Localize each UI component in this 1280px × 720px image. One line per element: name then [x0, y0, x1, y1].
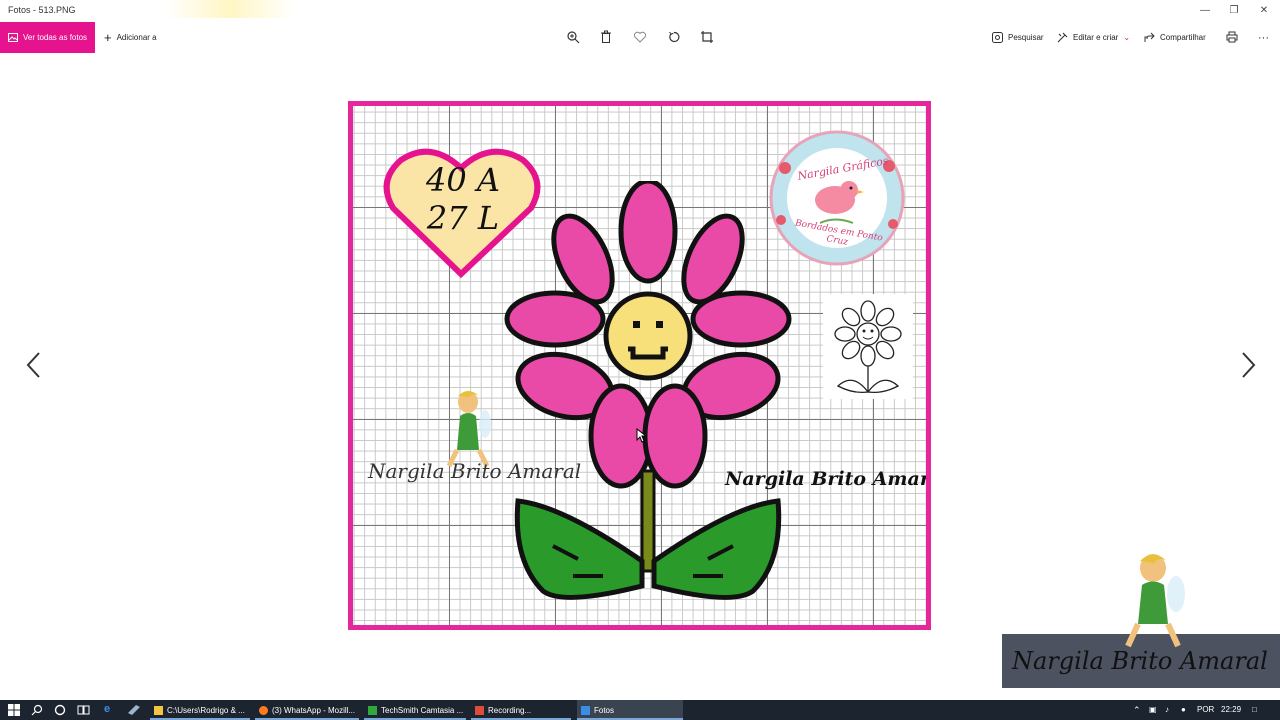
- photos-icon: [581, 705, 590, 715]
- minimize-button[interactable]: —: [1189, 2, 1221, 20]
- network-icon[interactable]: ▣: [1149, 700, 1157, 720]
- taskbar-item-firefox[interactable]: (3) WhatsApp - Mozill...: [255, 700, 359, 720]
- delete-icon[interactable]: [599, 30, 613, 44]
- plus-icon: +: [104, 30, 112, 45]
- size-label: 40 A 27 L: [408, 161, 518, 237]
- cortana-icon[interactable]: [54, 704, 66, 716]
- see-all-photos-button[interactable]: Ver todas as fotos: [0, 22, 95, 53]
- volume-icon[interactable]: ♪: [1165, 700, 1169, 720]
- recording-icon: [475, 705, 484, 715]
- restore-button[interactable]: ❐: [1218, 2, 1250, 20]
- show-hidden-icons-icon[interactable]: ⌃: [1133, 700, 1141, 720]
- taskbar-item-label: TechSmith Camtasia ...: [381, 705, 464, 715]
- title-bar: Fotos - 513.PNG — ❐ ✕: [0, 0, 1280, 22]
- print-icon[interactable]: [1225, 30, 1239, 44]
- notifications-icon[interactable]: □: [1252, 700, 1257, 720]
- edit-create-label: Editar e criar: [1073, 33, 1119, 42]
- taskbar-item-photos[interactable]: Fotos: [577, 700, 683, 720]
- zoom-icon[interactable]: [566, 30, 580, 44]
- toolbar: Ver todas as fotos + Adicionar a Pesquis…: [0, 22, 1280, 53]
- signature-right: Nargila Brito Amaral: [725, 468, 931, 490]
- cross-stitch-photo: 40 A 27 L Nargila Gráficos Bordados em P…: [348, 101, 931, 630]
- search-button[interactable]: Pesquisar: [992, 22, 1044, 53]
- language-indicator[interactable]: POR: [1197, 700, 1214, 720]
- taskbar-item-label: Fotos: [594, 705, 615, 715]
- taskbar-item-explorer[interactable]: C:\Users\Rodrigo & ...: [150, 700, 250, 720]
- taskbar-item-label: C:\Users\Rodrigo & ...: [167, 705, 245, 715]
- edge-browser-icon[interactable]: e: [104, 703, 110, 715]
- folder-icon: [154, 705, 163, 715]
- taskbar-item-label: (3) WhatsApp - Mozill...: [272, 705, 356, 715]
- share-button[interactable]: Compartilhar: [1144, 22, 1206, 53]
- taskbar-item-camtasia[interactable]: TechSmith Camtasia ...: [364, 700, 466, 720]
- daisy-outline-drawing: [823, 294, 913, 399]
- firefox-icon: [259, 705, 268, 715]
- more-options-icon[interactable]: ···: [1258, 22, 1269, 53]
- watermark-fairy-illustration: [1125, 554, 1185, 648]
- share-icon: [1144, 32, 1155, 42]
- windows-start-icon[interactable]: [8, 704, 20, 716]
- cross-stitch-flower: [504, 181, 792, 600]
- share-label: Compartilhar: [1160, 33, 1206, 42]
- windows-taskbar: e C:\Users\Rodrigo & ... (3) WhatsApp - …: [0, 700, 1280, 720]
- see-all-label: Ver todas as fotos: [23, 33, 88, 42]
- taskbar-item-recording[interactable]: Recording...: [471, 700, 571, 720]
- close-button[interactable]: ✕: [1248, 2, 1280, 20]
- task-view-icon[interactable]: [77, 704, 90, 716]
- rotate-icon[interactable]: [667, 30, 681, 44]
- edit-create-button[interactable]: Editar e criar ⌄: [1057, 22, 1130, 53]
- add-to-button[interactable]: + Adicionar a: [104, 22, 157, 53]
- chevron-down-icon: ⌄: [1123, 33, 1131, 42]
- title-highlight: [165, 0, 295, 18]
- clock[interactable]: 22:29: [1221, 700, 1241, 720]
- microphone-icon[interactable]: ●: [1181, 700, 1186, 720]
- size-height: 40 A: [426, 161, 500, 199]
- mouse-cursor-icon: [636, 428, 646, 443]
- next-arrow-icon[interactable]: [1238, 350, 1258, 380]
- search-icon: [992, 32, 1003, 43]
- photos-icon: [8, 33, 18, 42]
- search-icon[interactable]: [31, 704, 43, 716]
- previous-arrow-icon[interactable]: [24, 350, 44, 380]
- pinned-app-icon[interactable]: [127, 704, 141, 716]
- size-width: 27 L: [426, 199, 500, 237]
- signature-left: Nargila Brito Amaral: [368, 459, 582, 483]
- edit-icon: [1057, 32, 1068, 43]
- search-label: Pesquisar: [1008, 33, 1044, 42]
- favorite-heart-icon[interactable]: [633, 30, 647, 44]
- crop-icon[interactable]: [700, 30, 714, 44]
- taskbar-item-label: Recording...: [488, 705, 532, 715]
- window-title: Fotos - 513.PNG: [8, 5, 76, 15]
- add-to-label: Adicionar a: [116, 33, 157, 42]
- camtasia-icon: [368, 705, 377, 715]
